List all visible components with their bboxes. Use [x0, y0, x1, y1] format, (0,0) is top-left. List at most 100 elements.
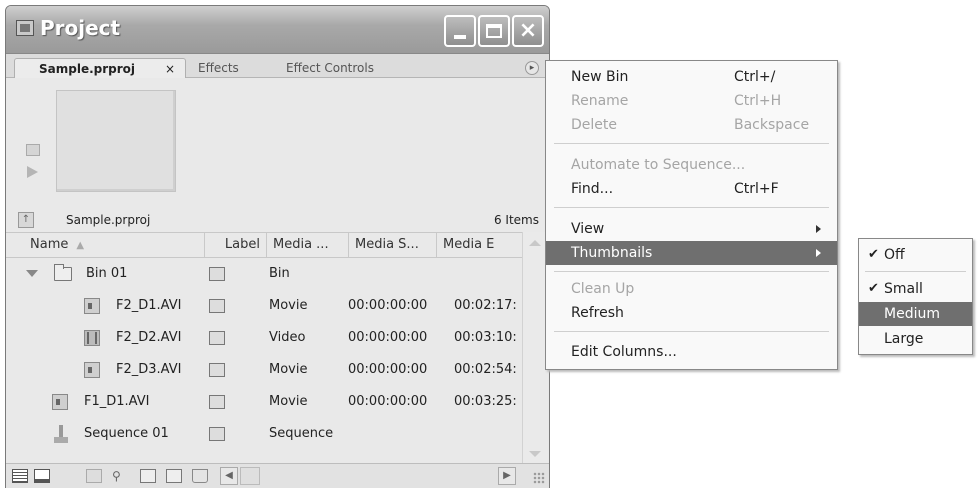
menu-item-find[interactable]: Find... Ctrl+F [546, 177, 837, 201]
scroll-up-icon[interactable] [529, 240, 541, 246]
thumbnail-preview [56, 90, 176, 192]
item-name: Bin 01 [86, 266, 128, 281]
folder-icon [54, 264, 72, 281]
media-type: Movie [269, 394, 308, 409]
item-count: 6 Items [493, 213, 539, 227]
media-start: 00:00:00:00 [348, 394, 428, 409]
menu-item-new-bin[interactable]: New Bin Ctrl+/ [546, 65, 837, 89]
media-end: 00:03:10: [454, 330, 517, 345]
menu-item-clean-up[interactable]: Clean Up [546, 277, 837, 301]
maximize-icon [486, 24, 502, 38]
tab-sample-prproj[interactable]: Sample.prproj × [14, 58, 186, 78]
submenu-item-medium[interactable]: Medium [859, 302, 972, 326]
item-name: F1_D1.AVI [84, 394, 150, 409]
checkmark-icon: ✔ [868, 281, 879, 296]
menu-separator [554, 271, 829, 272]
project-name: Sample.prproj [66, 213, 151, 227]
menu-item-edit-columns[interactable]: Edit Columns... [546, 340, 837, 364]
maximize-button[interactable] [478, 15, 510, 47]
media-type: Bin [269, 266, 290, 281]
label-color-swatch[interactable] [209, 395, 225, 409]
minimize-icon [454, 35, 466, 39]
column-label[interactable]: Label [204, 233, 266, 257]
chevron-down-icon[interactable] [26, 269, 38, 279]
menu-shortcut: Ctrl+H [734, 93, 782, 109]
column-header: Name ▲ Label Media ... Media S... Media E [6, 232, 549, 258]
media-type: Movie [269, 362, 308, 377]
table-row[interactable]: F2_D3.AVI Movie 00:00:00:00 00:02:54: [6, 354, 522, 386]
table-row[interactable]: Bin 01 Bin [6, 258, 522, 290]
media-start: 00:00:00:00 [348, 298, 428, 313]
item-name: F2_D3.AVI [116, 362, 182, 377]
new-item-icon[interactable] [166, 469, 182, 483]
project-item-list: Bin 01 Bin F2_D1.AVI Movie 00:00:00:00 0… [6, 258, 522, 463]
menu-item-view[interactable]: View [546, 217, 837, 241]
menu-item-refresh[interactable]: Refresh [546, 301, 837, 325]
play-icon[interactable] [27, 166, 38, 178]
submenu-arrow-icon [816, 249, 821, 257]
tab-effect-controls[interactable]: Effect Controls [286, 58, 374, 78]
tab-close-icon[interactable]: × [165, 59, 175, 79]
submenu-item-large[interactable]: Large [859, 327, 972, 351]
audio-clip-icon [52, 394, 68, 410]
parent-folder-icon[interactable]: ↑ [18, 212, 34, 228]
label-color-swatch[interactable] [209, 299, 225, 313]
menu-separator [554, 331, 829, 332]
tab-effects[interactable]: Effects [198, 58, 239, 78]
table-row[interactable]: F1_D1.AVI Movie 00:00:00:00 00:03:25: [6, 386, 522, 418]
menu-item-delete[interactable]: Delete Backspace [546, 113, 837, 137]
menu-item-rename[interactable]: Rename Ctrl+H [546, 89, 837, 113]
tab-label: Sample.prproj [39, 62, 136, 76]
window-title: Project [40, 16, 121, 40]
panel-menu-button[interactable]: ▸ [525, 61, 539, 75]
table-row[interactable]: F2_D1.AVI Movie 00:00:00:00 00:02:17: [6, 290, 522, 322]
automate-to-sequence-icon[interactable] [86, 469, 102, 483]
resize-grip-icon[interactable] [533, 472, 545, 484]
menu-item-thumbnails[interactable]: Thumbnails [546, 241, 837, 265]
column-name[interactable]: Name ▲ [6, 233, 204, 257]
label-color-swatch[interactable] [209, 363, 225, 377]
sequence-icon [54, 425, 68, 443]
label-color-swatch[interactable] [209, 331, 225, 345]
list-view-icon[interactable] [12, 469, 28, 483]
table-row[interactable]: Sequence 01 Sequence [6, 418, 522, 450]
item-name: Sequence 01 [84, 426, 169, 441]
trash-icon[interactable] [192, 469, 208, 483]
panel-tabs: Sample.prproj × Effects Effect Controls … [6, 54, 549, 78]
close-button[interactable]: × [512, 15, 544, 47]
bottom-toolbar: ⚲ ◀ ▶ [6, 463, 549, 488]
media-type: Movie [269, 298, 308, 313]
project-window: Project × Sample.prproj × Effects Effect… [5, 5, 550, 488]
minimize-button[interactable] [444, 15, 476, 47]
label-color-swatch[interactable] [209, 427, 225, 441]
media-end: 00:02:17: [454, 298, 517, 313]
menu-separator [554, 207, 829, 208]
checkmark-icon: ✔ [868, 247, 879, 262]
scroll-down-icon[interactable] [529, 451, 541, 457]
new-bin-icon[interactable] [140, 469, 156, 483]
column-media-type[interactable]: Media ... [266, 233, 348, 257]
thumbnails-submenu: ✔ Off ✔ Small Medium Large [858, 238, 973, 355]
menu-separator [865, 271, 966, 272]
media-type: Video [269, 330, 306, 345]
find-icon[interactable]: ⚲ [112, 469, 128, 483]
table-row[interactable]: F2_D2.AVI Video 00:00:00:00 00:03:10: [6, 322, 522, 354]
poster-frame-icon[interactable] [26, 144, 40, 156]
path-bar: ↑ Sample.prproj 6 Items [6, 210, 549, 232]
horizontal-scroll-thumb[interactable] [240, 467, 260, 485]
menu-shortcut: Backspace [734, 117, 810, 133]
icon-view-icon[interactable] [34, 469, 50, 483]
menu-item-automate-to-sequence[interactable]: Automate to Sequence... [546, 153, 837, 177]
title-bar[interactable]: Project × [6, 6, 549, 54]
sort-ascending-icon: ▲ [76, 240, 85, 251]
submenu-item-small[interactable]: ✔ Small [859, 277, 972, 301]
column-media-start[interactable]: Media S... [348, 233, 436, 257]
submenu-item-off[interactable]: ✔ Off [859, 243, 972, 267]
audio-clip-icon [84, 298, 100, 314]
column-media-end[interactable]: Media E [436, 233, 522, 257]
panel-context-menu: New Bin Ctrl+/ Rename Ctrl+H Delete Backspa… [545, 60, 838, 370]
scroll-left-icon[interactable]: ◀ [220, 467, 238, 485]
label-color-swatch[interactable] [209, 267, 225, 281]
scroll-right-icon[interactable]: ▶ [498, 467, 516, 485]
film-clip-icon [84, 330, 100, 346]
